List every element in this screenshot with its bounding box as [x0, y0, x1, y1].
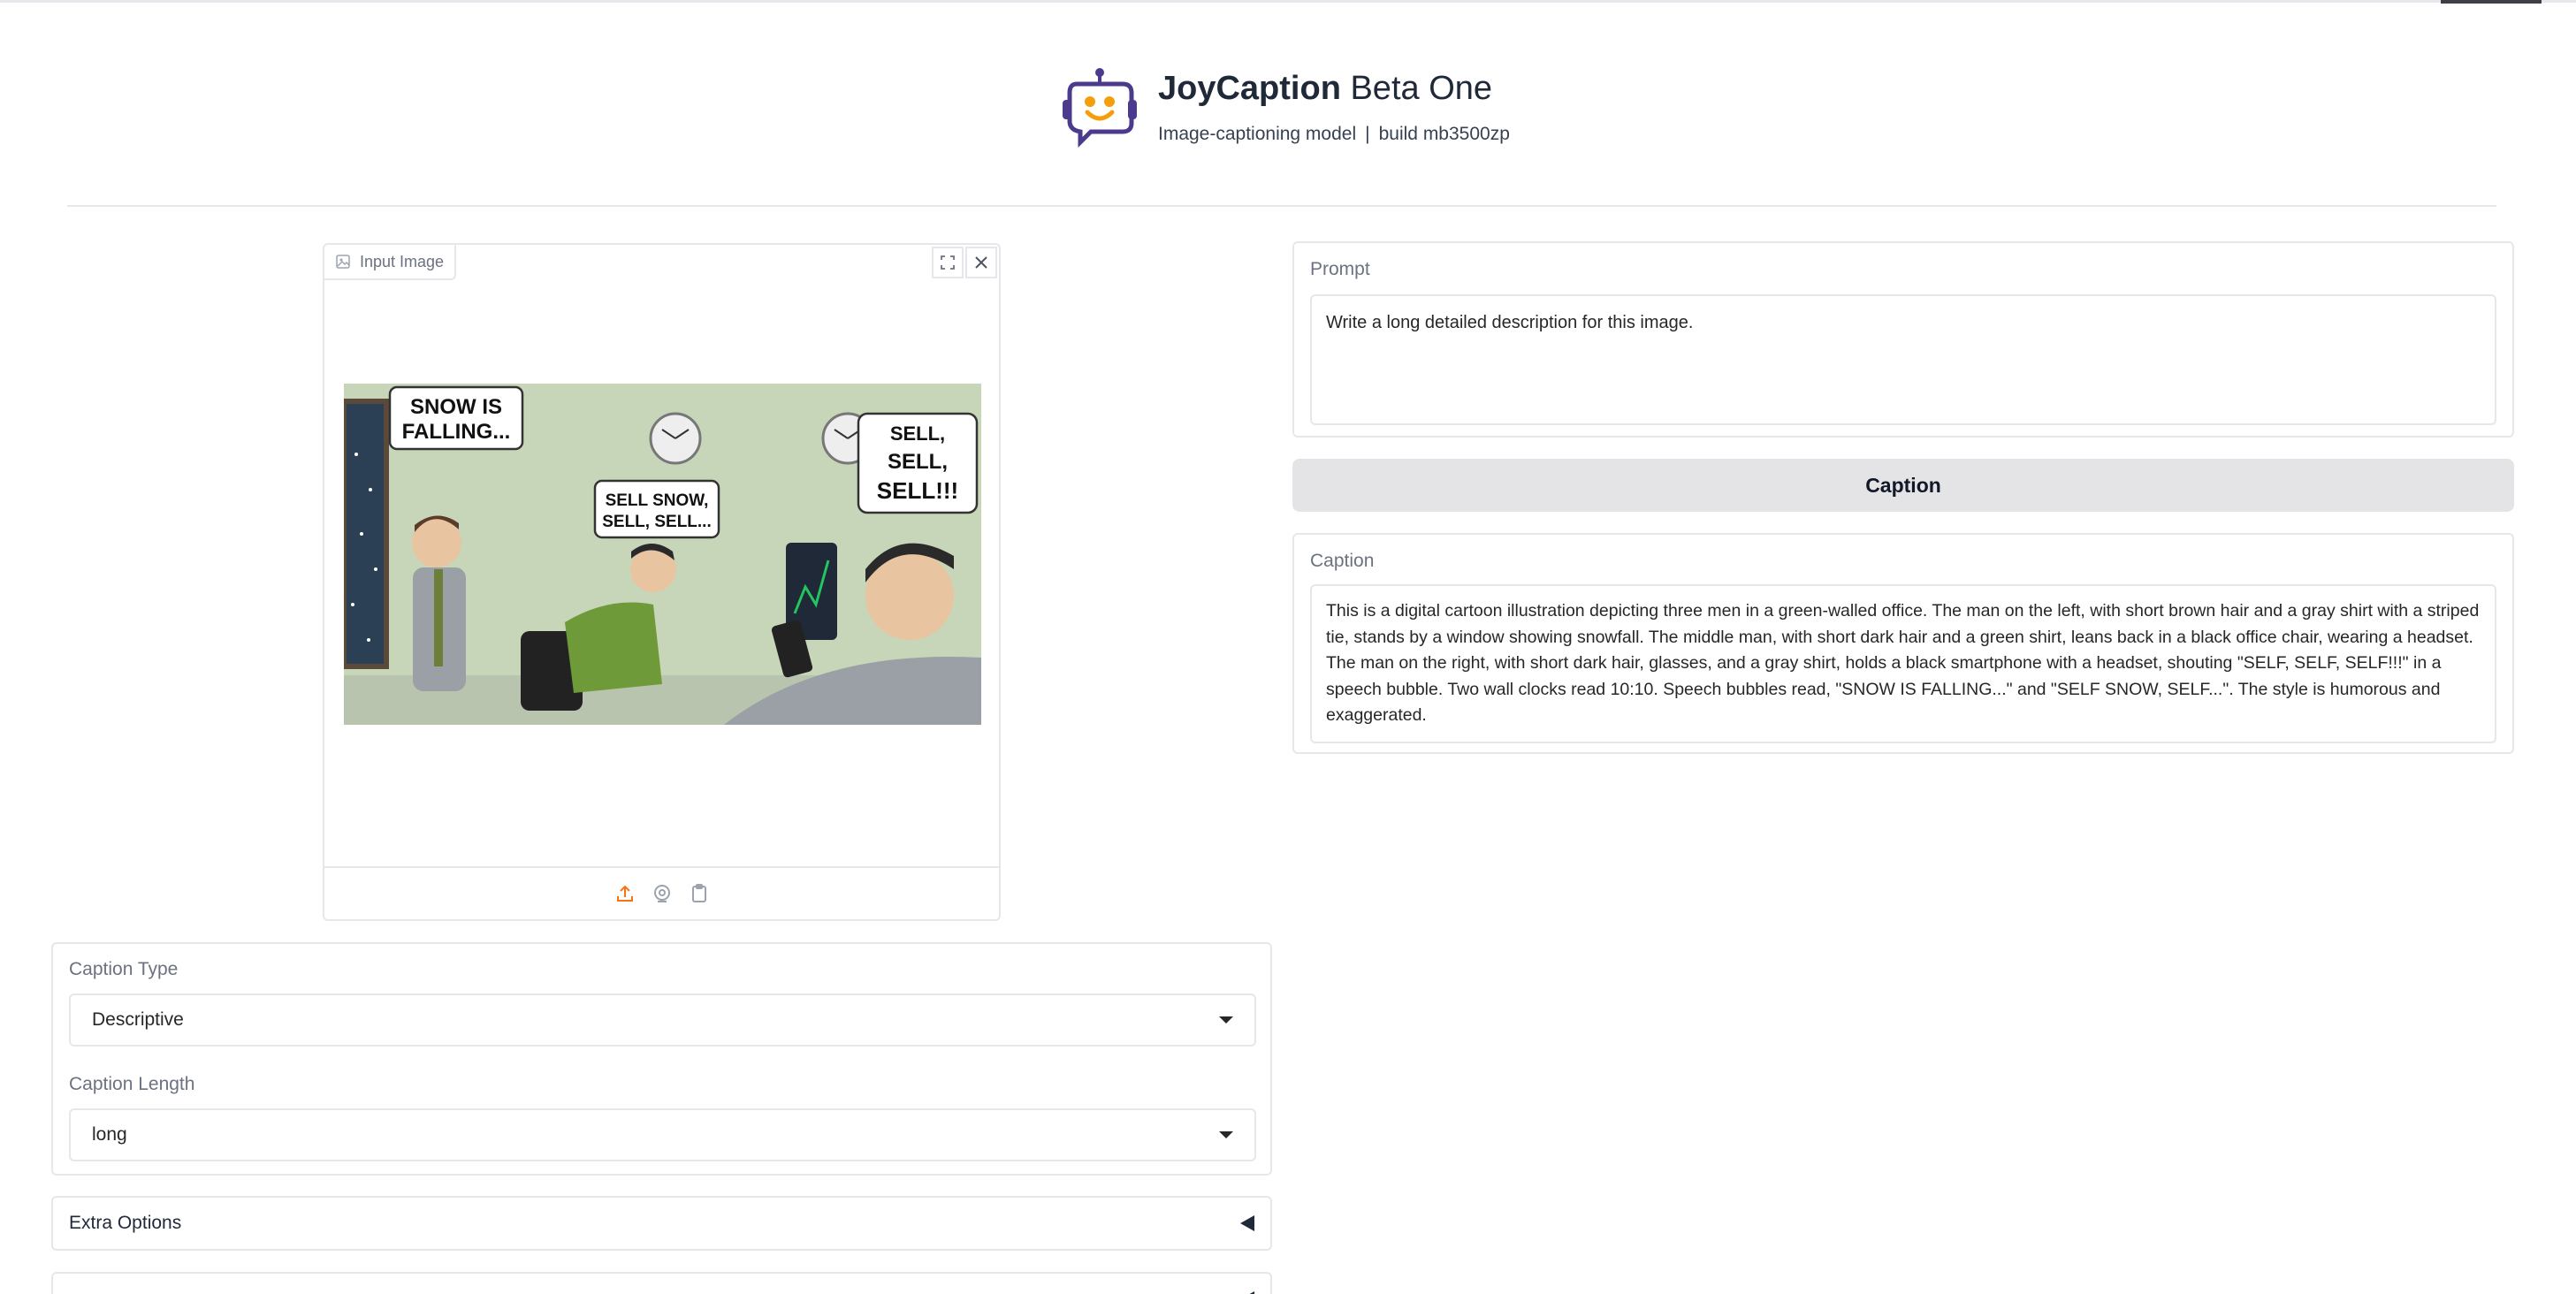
- top-tab-indicator[interactable]: [2441, 0, 2542, 4]
- image-source-toolbar: [324, 866, 999, 919]
- caption-output-textarea[interactable]: This is a digital cartoon illustration d…: [1310, 584, 2496, 743]
- app-header: JoyCaption Beta One Image-captioning mod…: [1059, 58, 1510, 156]
- caption-label: Caption: [1310, 551, 1375, 571]
- bubble-right-line1: SELL,: [890, 422, 945, 445]
- caption-length-label: Caption Length: [69, 1074, 195, 1094]
- fullscreen-icon: [941, 255, 955, 270]
- input-image-label: Input Image: [324, 245, 457, 280]
- caption-type-value: Descriptive: [92, 1009, 184, 1030]
- input-image-panel[interactable]: Input Image SNOW IS FALLING... SELL SNOW…: [323, 243, 1001, 921]
- uploaded-cartoon-image: SNOW IS FALLING... SELL SNOW, SELL, SELL…: [344, 384, 981, 725]
- clear-image-button[interactable]: [965, 247, 997, 278]
- bubble-right-line3: SELL!!!: [877, 477, 958, 504]
- app-subtitle: Image-captioning model | build mb3500zp: [1158, 124, 1510, 145]
- subtitle-build: build mb3500zp: [1378, 124, 1510, 144]
- second-accordion[interactable]: [51, 1272, 1272, 1294]
- caption-settings-block: Caption Type Descriptive Caption Length …: [51, 942, 1272, 1176]
- image-icon: [336, 255, 350, 269]
- bubble-left-line2: FALLING...: [402, 420, 511, 444]
- robot-logo-icon: [1063, 68, 1137, 148]
- webcam-icon[interactable]: [652, 883, 673, 904]
- clipboard-icon[interactable]: [689, 883, 710, 904]
- chevron-down-icon: [1219, 1131, 1233, 1138]
- caption-button[interactable]: Caption: [1292, 459, 2514, 512]
- prompt-textarea[interactable]: Write a long detailed description for th…: [1310, 294, 2496, 425]
- subtitle-model: Image-captioning model: [1158, 124, 1357, 144]
- bubble-middle-line1: SELL SNOW,: [606, 491, 709, 510]
- bubble-right-line2: SELL,: [888, 450, 948, 474]
- chevron-down-icon: [1219, 1016, 1233, 1024]
- close-icon: [975, 256, 987, 269]
- prompt-block: Prompt Write a long detailed description…: [1292, 241, 2514, 438]
- prompt-label: Prompt: [1310, 259, 1370, 279]
- top-border: [0, 0, 2576, 3]
- fullscreen-button[interactable]: [932, 247, 964, 278]
- upload-icon[interactable]: [614, 883, 636, 904]
- app-title: JoyCaption Beta One: [1158, 70, 1493, 107]
- bubble-left-line1: SNOW IS: [410, 395, 502, 419]
- caption-block: Caption This is a digital cartoon illust…: [1292, 533, 2514, 754]
- extra-options-label: Extra Options: [69, 1213, 182, 1233]
- header-divider: [67, 205, 2496, 207]
- caption-type-label: Caption Type: [69, 959, 179, 979]
- subtitle-separator: |: [1365, 124, 1370, 144]
- caption-length-value: long: [92, 1124, 127, 1145]
- extra-options-accordion[interactable]: Extra Options: [51, 1196, 1272, 1251]
- caption-type-dropdown[interactable]: Descriptive: [69, 993, 1256, 1047]
- caption-length-dropdown[interactable]: long: [69, 1108, 1256, 1161]
- collapse-arrow-icon: [1240, 1215, 1254, 1231]
- bubble-middle-line2: SELL, SELL...: [602, 513, 712, 531]
